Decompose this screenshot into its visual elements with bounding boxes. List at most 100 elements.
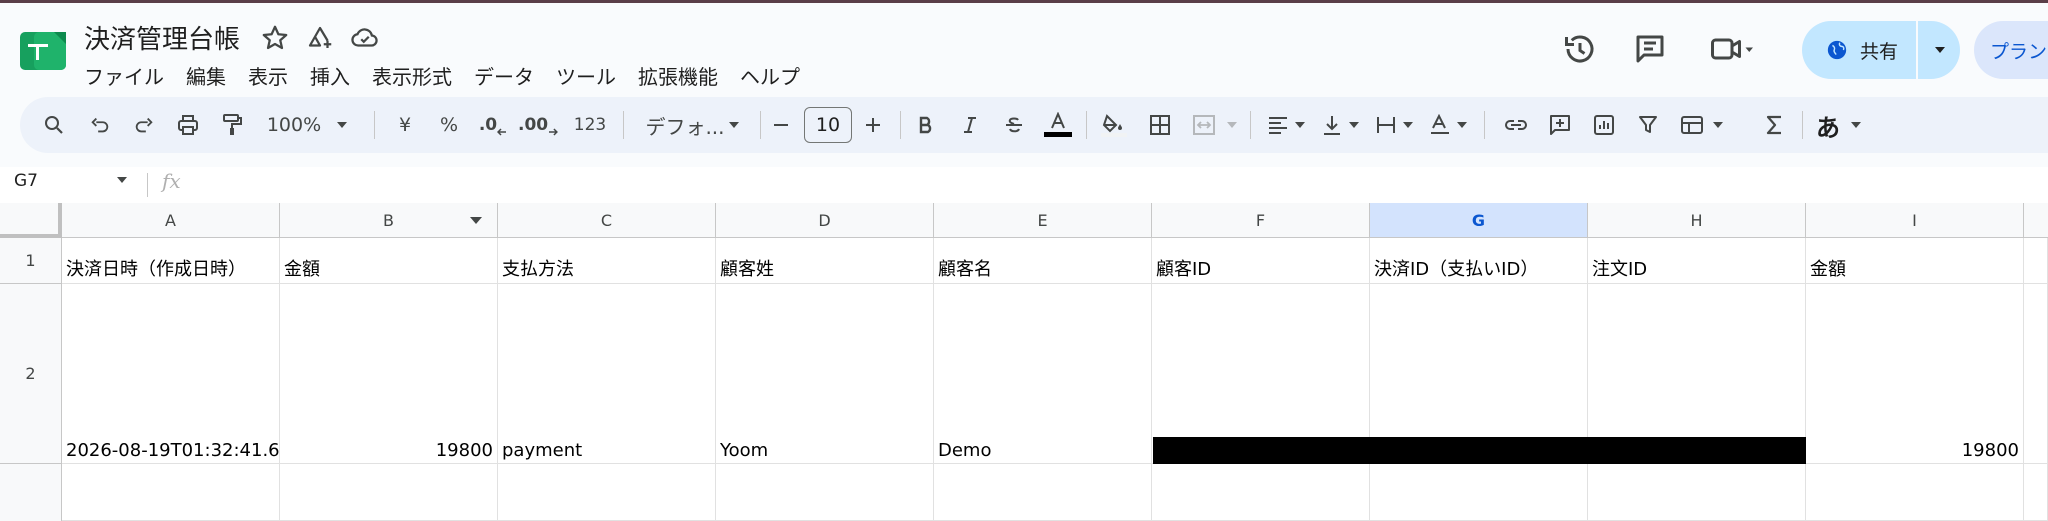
row-header-1[interactable]: 1 [0,238,62,284]
column-header-e[interactable]: E [934,203,1152,238]
cell-e2[interactable]: Demo [934,284,1152,464]
undo-button[interactable] [82,97,118,153]
column-header-j[interactable] [2024,203,2048,238]
menu-data[interactable]: データ [463,61,545,90]
row-header-3[interactable] [0,464,62,521]
menu-extensions[interactable]: 拡張機能 [627,61,729,90]
cell-e1[interactable]: 顧客名 [934,238,1152,284]
column-header-h[interactable]: H [1588,203,1806,238]
cell-i3[interactable] [1806,464,2024,521]
cell-f3[interactable] [1152,464,1370,521]
redo-button[interactable] [126,97,162,153]
text-rotation-button[interactable] [1424,97,1456,153]
name-box[interactable]: G7 [14,171,38,191]
cell-d2[interactable]: Yoom [716,284,934,464]
cell-a3[interactable] [62,464,280,521]
column-header-b[interactable]: B [280,203,498,238]
share-dropdown-button[interactable] [1920,21,1960,79]
document-title[interactable]: 決済管理台帳 [84,19,240,56]
vertical-align-dropdown[interactable] [1346,97,1362,153]
increase-font-size-button[interactable] [858,97,888,153]
text-wrapping-dropdown[interactable] [1400,97,1416,153]
select-all-corner[interactable] [0,203,62,238]
comments-icon[interactable] [1632,31,1668,67]
filter-dropdown-icon[interactable] [469,216,483,225]
insert-comment-button[interactable] [1542,97,1578,153]
menu-help[interactable]: ヘルプ [729,61,811,90]
cell-i2[interactable]: 19800 [1806,284,2024,464]
share-main-button[interactable]: 共有 [1802,21,1916,79]
filter-views-dropdown[interactable] [1710,97,1726,153]
row-header-2[interactable]: 2 [0,284,62,464]
decrease-decimal-button[interactable]: .0 [476,97,510,153]
horizontal-align-button[interactable] [1260,97,1296,153]
chevron-down-icon[interactable] [116,176,128,184]
borders-button[interactable] [1142,97,1178,153]
input-tools-button[interactable]: あ [1808,97,1848,153]
currency-format-button[interactable]: ¥ [390,97,420,153]
functions-button[interactable] [1756,97,1792,153]
input-tools-dropdown[interactable] [1848,97,1864,153]
decrease-font-size-button[interactable] [766,97,796,153]
cell-i1[interactable]: 金額 [1806,238,2024,284]
cell-e3[interactable] [934,464,1152,521]
menu-tools[interactable]: ツール [545,61,627,90]
star-icon[interactable] [260,23,290,53]
cell-a2[interactable]: 2026-08-19T01:32:41.645 [62,284,280,464]
move-to-drive-icon[interactable] [305,23,335,53]
font-size-input[interactable]: 10 [804,107,852,143]
column-header-g[interactable]: G [1370,203,1588,238]
meet-video-icon[interactable] [1708,31,1756,67]
paint-format-button[interactable] [214,97,250,153]
insert-chart-button[interactable] [1586,97,1622,153]
column-header-i[interactable]: I [1806,203,2024,238]
create-filter-button[interactable] [1630,97,1666,153]
formula-input[interactable] [200,173,2000,197]
more-formats-button[interactable]: 123 [568,97,612,153]
merge-cells-button[interactable] [1186,97,1222,153]
menu-format[interactable]: 表示形式 [361,61,463,90]
sheets-logo-icon[interactable] [20,32,68,72]
cell-f1[interactable]: 顧客ID [1152,238,1370,284]
menu-file[interactable]: ファイル [84,61,175,90]
search-menus-button[interactable] [36,97,72,153]
version-history-icon[interactable] [1562,31,1598,67]
text-rotation-dropdown[interactable] [1454,97,1470,153]
column-header-a[interactable]: A [62,203,280,238]
cloud-saved-icon[interactable] [350,23,380,53]
insert-link-button[interactable] [1498,97,1534,153]
cell-d1[interactable]: 顧客姓 [716,238,934,284]
cell-c2[interactable]: payment [498,284,716,464]
menu-insert[interactable]: 挿入 [299,61,361,90]
text-color-button[interactable] [1040,97,1076,153]
font-family-dropdown[interactable] [722,97,746,153]
cell-b2[interactable]: 19800 [280,284,498,464]
strikethrough-button[interactable] [996,97,1032,153]
zoom-dropdown[interactable] [332,97,352,153]
column-header-d[interactable]: D [716,203,934,238]
fill-color-button[interactable] [1096,97,1132,153]
text-wrapping-button[interactable] [1370,97,1402,153]
bold-button[interactable] [908,97,944,153]
column-header-c[interactable]: C [498,203,716,238]
cell-h3[interactable] [1588,464,1806,521]
zoom-value[interactable]: 100% [262,97,326,153]
increase-decimal-button[interactable]: .00 [518,97,558,153]
menu-view[interactable]: 表示 [237,61,299,90]
italic-button[interactable] [952,97,988,153]
cell-c3[interactable] [498,464,716,521]
print-button[interactable] [170,97,206,153]
column-header-f[interactable]: F [1152,203,1370,238]
cell-d3[interactable] [716,464,934,521]
cell-b3[interactable] [280,464,498,521]
cell-g1[interactable]: 決済ID（支払いID） [1370,238,1588,284]
cell-j1[interactable] [2024,238,2048,284]
cell-a1[interactable]: 決済日時（作成日時） [62,238,280,284]
cell-h1[interactable]: 注文ID [1588,238,1806,284]
vertical-align-button[interactable] [1316,97,1348,153]
cell-c1[interactable]: 支払方法 [498,238,716,284]
menu-edit[interactable]: 編集 [175,61,237,90]
horizontal-align-dropdown[interactable] [1292,97,1308,153]
merge-cells-dropdown[interactable] [1224,97,1240,153]
percent-format-button[interactable]: % [434,97,464,153]
